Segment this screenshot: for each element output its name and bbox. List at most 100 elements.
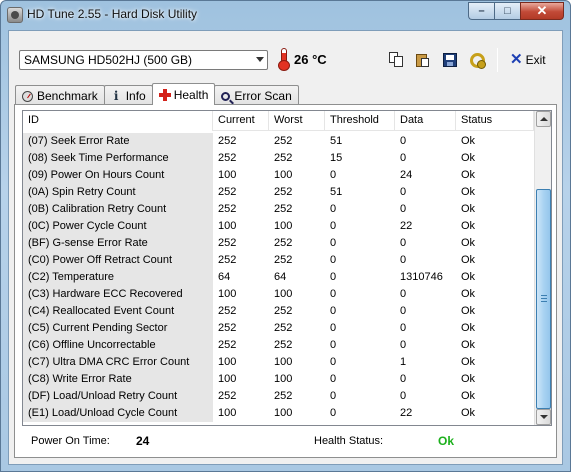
data-cell: 0 [400, 237, 407, 249]
attribute-id-cell: (BF) G-sense Error Rate [23, 235, 213, 252]
status-cell: Ok [461, 288, 476, 300]
attribute-id-cell: (09) Power On Hours Count [23, 167, 213, 184]
current-cell: 64 [218, 271, 231, 283]
attribute-id-cell: (C8) Write Error Rate [23, 371, 213, 388]
window-title: HD Tune 2.55 - Hard Disk Utility [27, 7, 198, 21]
data-cell: 0 [400, 390, 407, 402]
table-row[interactable]: (BF) G-sense Error Rate 252 252 0 0 Ok [23, 235, 534, 252]
tab-info[interactable]: Info [103, 85, 153, 104]
app-icon[interactable] [7, 7, 23, 23]
attribute-id-cell: (C4) Reallocated Event Count [23, 303, 213, 320]
exit-button[interactable]: ✕ Exit [507, 48, 549, 71]
column-header-status[interactable]: Status [456, 111, 534, 131]
table-row[interactable]: (DF) Load/Unload Retry Count 252 252 0 0 Ok [23, 388, 534, 405]
copy-icon [388, 52, 403, 67]
scroll-up-button[interactable] [536, 111, 551, 127]
title-bar[interactable]: HD Tune 2.55 - Hard Disk Utility – □ ✕ [1, 1, 570, 29]
table-row[interactable]: (C3) Hardware ECC Recovered 100 100 0 0 Ok [23, 286, 534, 303]
save-icon [442, 52, 457, 67]
power-on-time-value: 24 [136, 434, 150, 448]
table-row[interactable]: (C8) Write Error Rate 100 100 0 0 Ok [23, 371, 534, 388]
threshold-cell: 0 [330, 203, 337, 215]
status-cell: Ok [461, 135, 476, 147]
worst-cell: 252 [274, 186, 293, 198]
thermometer-icon [278, 47, 290, 71]
minimize-button[interactable]: – [468, 2, 494, 20]
table-row[interactable]: (C5) Current Pending Sector 252 252 0 0 Ok [23, 320, 534, 337]
scrollbar-thumb[interactable] [536, 189, 551, 409]
current-cell: 252 [218, 152, 237, 164]
table-row[interactable]: (0B) Calibration Retry Count 252 252 0 0 Ok [23, 201, 534, 218]
maximize-button[interactable]: □ [494, 2, 520, 20]
table-row[interactable]: (07) Seek Error Rate 252 252 51 0 Ok [23, 133, 534, 150]
worst-cell: 100 [274, 169, 293, 181]
table-row[interactable]: (C7) Ultra DMA CRC Error Count 100 100 0 1 Ok [23, 354, 534, 371]
scroll-down-button[interactable] [536, 409, 551, 425]
current-cell: 100 [218, 169, 237, 181]
save-button[interactable] [438, 48, 461, 71]
options-button[interactable] [465, 48, 488, 71]
column-header-data[interactable]: Data [395, 111, 456, 131]
status-cell: Ok [461, 237, 476, 249]
status-cell: Ok [461, 373, 476, 385]
table-row[interactable]: (08) Seek Time Performance 252 252 15 0 Ok [23, 150, 534, 167]
attribute-id-cell: (0C) Power Cycle Count [23, 218, 213, 235]
attribute-id-cell: (C3) Hardware ECC Recovered [23, 286, 213, 303]
table-row[interactable]: (E1) Load/Unload Cycle Count 100 100 0 22 Ok [23, 405, 534, 422]
current-cell: 252 [218, 322, 237, 334]
status-cell: Ok [461, 271, 476, 283]
table-row[interactable]: (C4) Reallocated Event Count 252 252 0 0 Ok [23, 303, 534, 320]
column-header-threshold[interactable]: Threshold [325, 111, 395, 131]
tab-benchmark[interactable]: Benchmark [15, 85, 105, 104]
data-cell: 0 [400, 152, 407, 164]
health-status-value: Ok [438, 434, 455, 448]
table-row[interactable]: (0C) Power Cycle Count 100 100 0 22 Ok [23, 218, 534, 235]
worst-cell: 252 [274, 390, 293, 402]
vertical-scrollbar[interactable] [534, 111, 551, 425]
table-row[interactable]: (09) Power On Hours Count 100 100 0 24 Ok [23, 167, 534, 184]
clipboard-icon [415, 52, 430, 67]
status-cell: Ok [461, 339, 476, 351]
error-scan-icon [221, 91, 231, 101]
status-cell: Ok [461, 186, 476, 198]
column-header-current[interactable]: Current [213, 111, 269, 131]
current-cell: 100 [218, 356, 237, 368]
threshold-cell: 51 [330, 186, 343, 198]
column-header-worst[interactable]: Worst [269, 111, 325, 131]
tab-error-scan[interactable]: Error Scan [214, 85, 299, 104]
worst-cell: 100 [274, 288, 293, 300]
close-button[interactable]: ✕ [520, 2, 564, 20]
tab-label: Health [173, 87, 209, 102]
data-cell: 0 [400, 254, 407, 266]
threshold-cell: 0 [330, 237, 337, 249]
status-cell: Ok [461, 390, 476, 402]
data-cell: 22 [400, 407, 413, 419]
drive-select[interactable]: SAMSUNG HD502HJ (500 GB) [19, 50, 268, 70]
copy-button[interactable] [384, 48, 407, 71]
column-header-id[interactable]: ID [23, 111, 213, 131]
worst-cell: 252 [274, 339, 293, 351]
table-row[interactable]: (C0) Power Off Retract Count 252 252 0 0 Ok [23, 252, 534, 269]
attribute-id-cell: (C0) Power Off Retract Count [23, 252, 213, 269]
status-cell: Ok [461, 152, 476, 164]
table-row[interactable]: (C6) Offline Uncorrectable 252 252 0 0 Ok [23, 337, 534, 354]
worst-cell: 252 [274, 152, 293, 164]
threshold-cell: 0 [330, 356, 337, 368]
status-cell: Ok [461, 254, 476, 266]
status-cell: Ok [461, 169, 476, 181]
copy-screenshot-button[interactable] [411, 48, 434, 71]
table-row[interactable]: (0A) Spin Retry Count 252 252 51 0 Ok [23, 184, 534, 201]
current-cell: 100 [218, 220, 237, 232]
tab-strip: Benchmark Info Health Error Scan [15, 83, 299, 105]
threshold-cell: 0 [330, 305, 337, 317]
tab-health[interactable]: Health [151, 83, 216, 105]
health-status-label: Health Status: [314, 435, 384, 447]
table-row[interactable]: (C2) Temperature 64 64 0 1310746 Ok [23, 269, 534, 286]
smart-table[interactable]: ID Current Worst Threshold Data Status (… [22, 110, 552, 426]
attribute-id-cell: (C2) Temperature [23, 269, 213, 286]
worst-cell: 252 [274, 322, 293, 334]
status-bar: Power On Time: 24 Health Status: Ok [22, 429, 552, 453]
threshold-cell: 0 [330, 288, 337, 300]
toolbar: SAMSUNG HD502HJ (500 GB) 26 °C ✕ Exit [9, 31, 562, 79]
threshold-cell: 0 [330, 390, 337, 402]
